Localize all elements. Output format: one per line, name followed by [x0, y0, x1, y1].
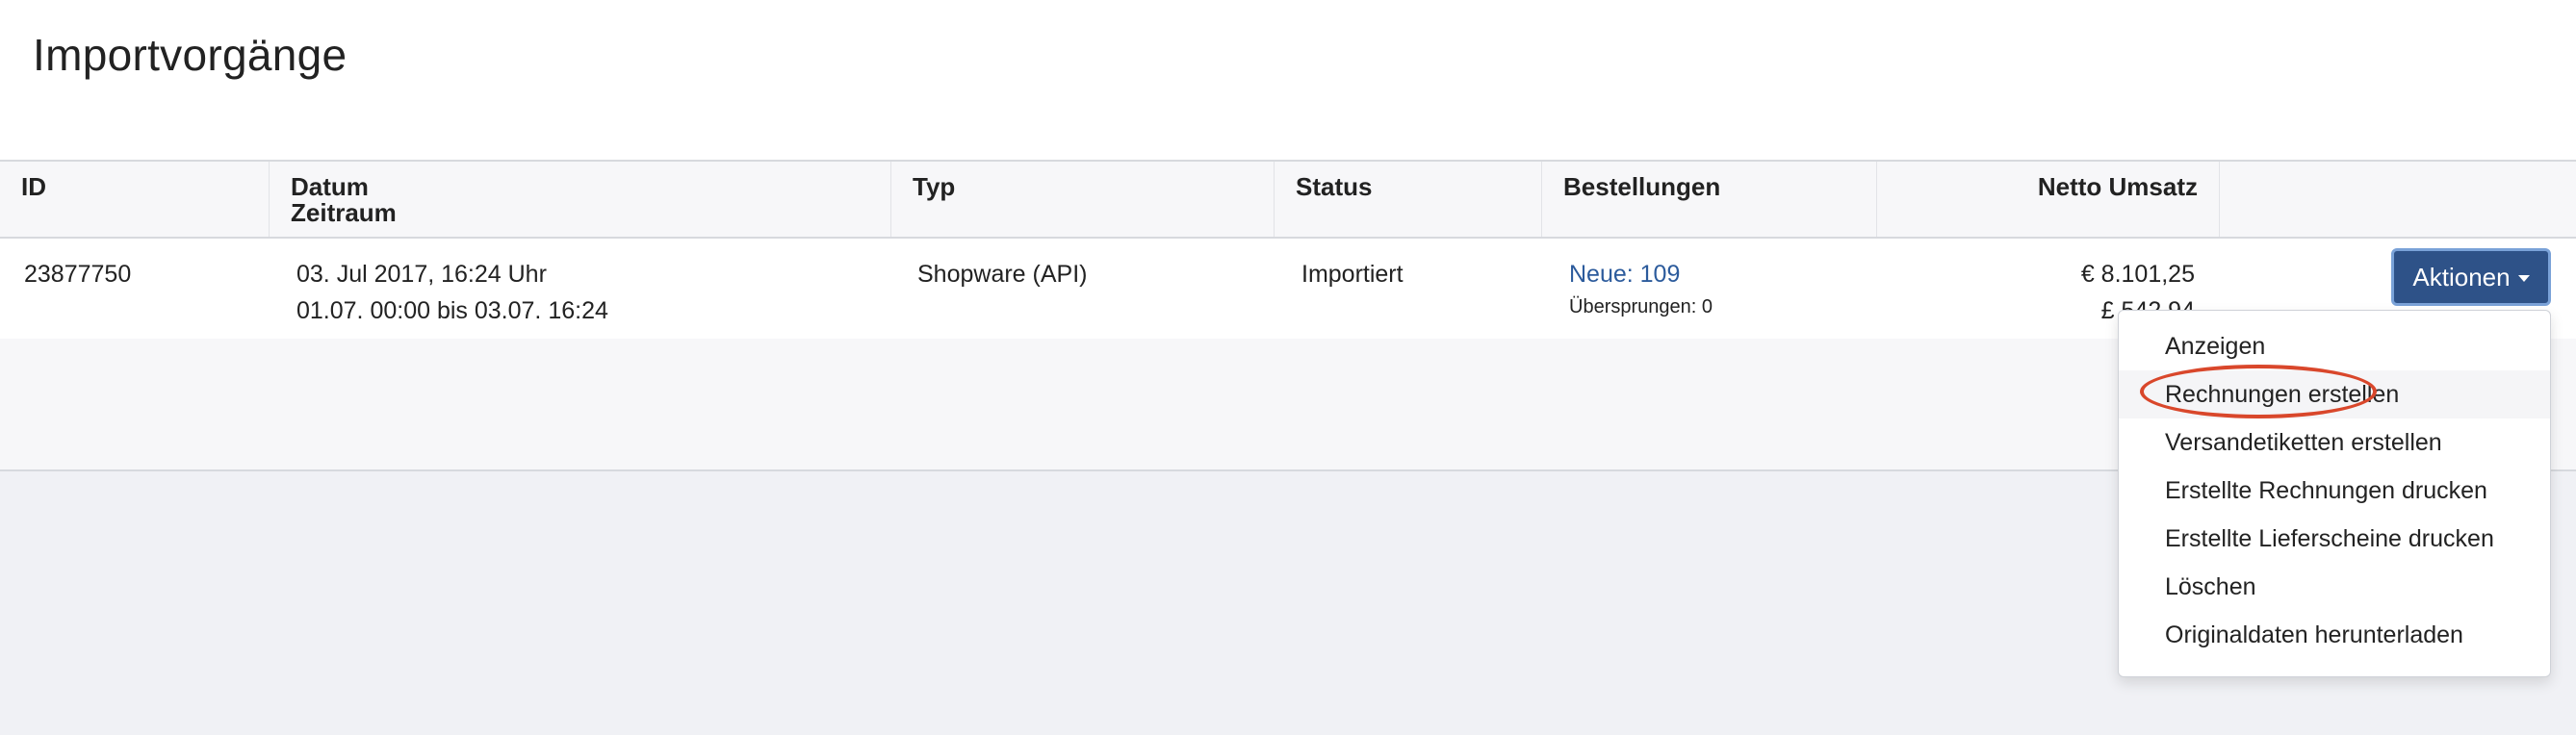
cell-datum: 03. Jul 2017, 16:24 Uhr 01.07. 00:00 bis…	[296, 256, 608, 329]
actions-dropdown-menu: Anzeigen Rechnungen erstellen Versandeti…	[2118, 310, 2551, 677]
cell-status: Importiert	[1301, 261, 1404, 288]
menu-item-rechnungen-erstellen[interactable]: Rechnungen erstellen	[2119, 365, 2550, 418]
actions-dropdown-button[interactable]: Aktionen	[2391, 248, 2551, 306]
cell-typ: Shopware (API)	[917, 261, 1088, 288]
column-header-id[interactable]: ID	[0, 162, 270, 237]
caret-down-icon	[2517, 275, 2530, 282]
menu-item-rechnungen-drucken[interactable]: Erstellte Rechnungen drucken	[2119, 467, 2550, 515]
column-header-typ[interactable]: Typ	[891, 162, 1275, 237]
actions-button-label: Aktionen	[2412, 262, 2511, 291]
menu-item-originaldaten-herunterladen[interactable]: Originaldaten herunterladen	[2119, 611, 2550, 659]
menu-item-versandetiketten-erstellen[interactable]: Versandetiketten erstellen	[2119, 418, 2550, 467]
column-header-actions	[2220, 162, 2576, 237]
cell-bestellungen: Neue: 109 Übersprungen: 0	[1569, 256, 1713, 321]
column-header-datum[interactable]: Datum Zeitraum	[270, 162, 891, 237]
menu-item-lieferscheine-drucken[interactable]: Erstellte Lieferscheine drucken	[2119, 515, 2550, 563]
new-orders-link[interactable]: Neue: 109	[1569, 261, 1680, 288]
revenue-eur: € 8.101,25	[2080, 261, 2195, 288]
column-header-bestellungen[interactable]: Bestellungen	[1542, 162, 1877, 237]
page-header: Importvorgänge	[0, 0, 2576, 160]
import-range: 01.07. 00:00 bis 03.07. 16:24	[296, 297, 608, 324]
column-header-netto-umsatz[interactable]: Netto Umsatz	[1877, 162, 2220, 237]
import-date: 03. Jul 2017, 16:24 Uhr	[296, 261, 547, 288]
skipped-orders: Übersprungen: 0	[1569, 296, 1713, 317]
menu-item-anzeigen[interactable]: Anzeigen	[2119, 322, 2550, 370]
cell-id: 23877750	[24, 261, 132, 288]
menu-item-loeschen[interactable]: Löschen	[2119, 563, 2550, 611]
column-header-status[interactable]: Status	[1275, 162, 1542, 237]
table-header: ID Datum Zeitraum Typ Status Bestellunge…	[0, 162, 2576, 239]
page-title: Importvorgänge	[33, 30, 348, 80]
